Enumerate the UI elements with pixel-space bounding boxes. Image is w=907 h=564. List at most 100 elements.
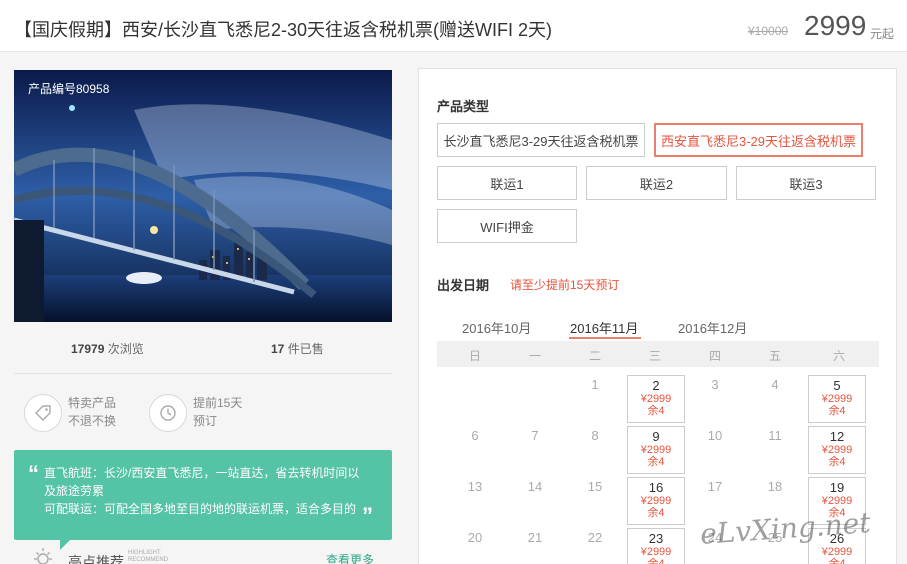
day-number: 1 xyxy=(591,377,599,392)
day-stock: 余4 xyxy=(828,456,846,468)
option-changsha[interactable]: 长沙直飞悉尼3-29天往返含税机票 xyxy=(437,123,645,157)
left-column: 产品编号80958 17979 次浏览 17 件已售 特卖产品 不退不换 提前1… xyxy=(14,70,392,564)
day-stock: 余4 xyxy=(828,558,846,564)
day-number: 3 xyxy=(711,377,719,392)
feature-special: 特卖产品 不退不换 xyxy=(68,394,116,430)
option-wifi-deposit[interactable]: WIFI押金 xyxy=(437,209,577,243)
day-number: 5 xyxy=(833,378,841,393)
weekday-sat: 六 xyxy=(832,349,845,363)
weekday-thu: 四 xyxy=(708,349,721,363)
calendar-day-available[interactable]: 16 ¥2999 余4 xyxy=(627,477,685,525)
calendar-day-available[interactable]: 12 ¥2999 余4 xyxy=(808,426,866,474)
highlight-subtitle-1: HIGHLIGHT xyxy=(128,550,161,556)
option-transfer-1[interactable]: 联运1 xyxy=(437,166,577,200)
weekday-sun: 日 xyxy=(468,349,481,363)
booking-hint: 请至少提前15天预订 xyxy=(510,278,620,292)
option-transfer-2[interactable]: 联运2 xyxy=(586,166,727,200)
stats-bar: 17979 次浏览 17 件已售 xyxy=(14,322,392,374)
calendar-day: 20 xyxy=(446,528,504,564)
day-price: ¥2999 xyxy=(821,444,853,456)
tag-icon xyxy=(24,394,62,432)
price-unit: 元起 xyxy=(870,27,895,41)
weekday-fri: 五 xyxy=(768,349,781,363)
day-number: 12 xyxy=(829,429,845,444)
feature-advance-line2: 预订 xyxy=(193,414,218,428)
day-number: 21 xyxy=(527,530,543,545)
product-number: 产品编号80958 xyxy=(28,82,110,96)
weekday-wed: 三 xyxy=(648,349,661,363)
booking-panel: 产品类型 长沙直飞悉尼3-29天往返含税机票 西安直飞悉尼3-29天往返含税机票… xyxy=(418,68,897,564)
day-price: ¥2999 xyxy=(640,546,672,558)
calendar-weekday-header: 日 一 二 三 四 五 六 xyxy=(437,341,879,367)
current-price: 2999 xyxy=(804,10,867,41)
day-price: ¥2999 xyxy=(821,546,853,558)
calendar-day: 3 xyxy=(686,375,744,423)
day-number: 2 xyxy=(652,378,660,393)
day-number: 8 xyxy=(591,428,599,443)
day-number: 19 xyxy=(829,480,845,495)
close-quote-icon: ” xyxy=(362,503,373,528)
day-price: ¥2999 xyxy=(821,393,853,405)
calendar-day-available[interactable]: 2 ¥2999 余4 xyxy=(627,375,685,423)
day-number: 10 xyxy=(707,428,723,443)
calendar-day: 1 xyxy=(566,375,624,423)
departure-date-title: 出发日期 xyxy=(437,278,490,293)
option-transfer-3[interactable]: 联运3 xyxy=(736,166,876,200)
day-number: 7 xyxy=(531,428,539,443)
view-more-link[interactable]: 查看更多 xyxy=(326,551,374,564)
feature-advance-line1: 提前15天 xyxy=(193,396,243,410)
tab-month-nov[interactable]: 2016年11月 xyxy=(570,318,638,337)
day-number: 13 xyxy=(467,479,483,494)
calendar-day: 6 xyxy=(446,426,504,474)
bulb-icon xyxy=(34,548,52,564)
calendar-day: 4 xyxy=(746,375,804,423)
feature-advance: 提前15天 预订 xyxy=(193,394,242,430)
open-quote-icon: “ xyxy=(28,461,39,486)
weekday-mon: 一 xyxy=(528,349,541,363)
option-xian-selected[interactable]: 西安直飞悉尼3-29天往返含税机票 xyxy=(654,123,863,157)
day-stock: 余4 xyxy=(647,456,665,468)
day-number: 17 xyxy=(707,479,723,494)
feature-special-line2: 不退不换 xyxy=(68,414,117,428)
product-photo: 产品编号80958 xyxy=(14,70,392,322)
product-title: 【国庆假期】西安/长沙直飞悉尼2-30天往返含税机票(赠送WIFI 2天) xyxy=(14,20,553,40)
calendar-day xyxy=(506,375,564,423)
calendar-day: 7 xyxy=(506,426,564,474)
day-price: ¥2999 xyxy=(640,495,672,507)
clock-icon xyxy=(149,394,187,432)
day-number: 16 xyxy=(648,480,664,495)
day-price: ¥2999 xyxy=(821,495,853,507)
day-stock: 余4 xyxy=(647,558,665,564)
day-number: 23 xyxy=(648,531,664,546)
calendar-day-available[interactable]: 5 ¥2999 余4 xyxy=(808,375,866,423)
calendar-day-available[interactable]: 9 ¥2999 余4 xyxy=(627,426,685,474)
original-price: ¥10000 xyxy=(748,24,789,38)
calendar-day: 14 xyxy=(506,477,564,525)
day-stock: 余4 xyxy=(647,405,665,417)
product-type-title: 产品类型 xyxy=(437,99,490,114)
calendar-day: 21 xyxy=(506,528,564,564)
views-label: 次浏览 xyxy=(107,342,144,356)
calendar-day xyxy=(446,375,504,423)
calendar-day: 13 xyxy=(446,477,504,525)
day-number: 9 xyxy=(652,429,660,444)
harbour-bridge-image xyxy=(14,70,392,322)
active-month-indicator xyxy=(569,337,641,339)
tab-month-oct[interactable]: 2016年10月 xyxy=(462,318,531,337)
highlight-quote-box: “ 直飞航班：长沙/西安直飞悉尼，一站直达，省去转机时间以 及旅途劳累 可配联运… xyxy=(14,450,392,540)
day-number: 15 xyxy=(587,479,603,494)
sold-label: 件已售 xyxy=(287,342,324,356)
day-price: ¥2999 xyxy=(640,393,672,405)
highlight-header: 亮点推荐 HIGHLIGHT RECOMMEND 查看更多 xyxy=(14,538,392,564)
tab-month-dec[interactable]: 2016年12月 xyxy=(678,318,747,337)
calendar-day: 15 xyxy=(566,477,624,525)
feature-special-line1: 特卖产品 xyxy=(68,396,117,410)
day-stock: 余4 xyxy=(828,405,846,417)
day-stock: 余4 xyxy=(647,507,665,519)
page-header: 【国庆假期】西安/长沙直飞悉尼2-30天往返含税机票(赠送WIFI 2天) ¥1… xyxy=(0,0,907,52)
views-count: 17979 次浏览 xyxy=(71,340,144,357)
day-number: 11 xyxy=(768,428,782,443)
calendar-day-available[interactable]: 23 ¥2999 余4 xyxy=(627,528,685,564)
calendar-day: 22 xyxy=(566,528,624,564)
day-number: 4 xyxy=(771,377,779,392)
